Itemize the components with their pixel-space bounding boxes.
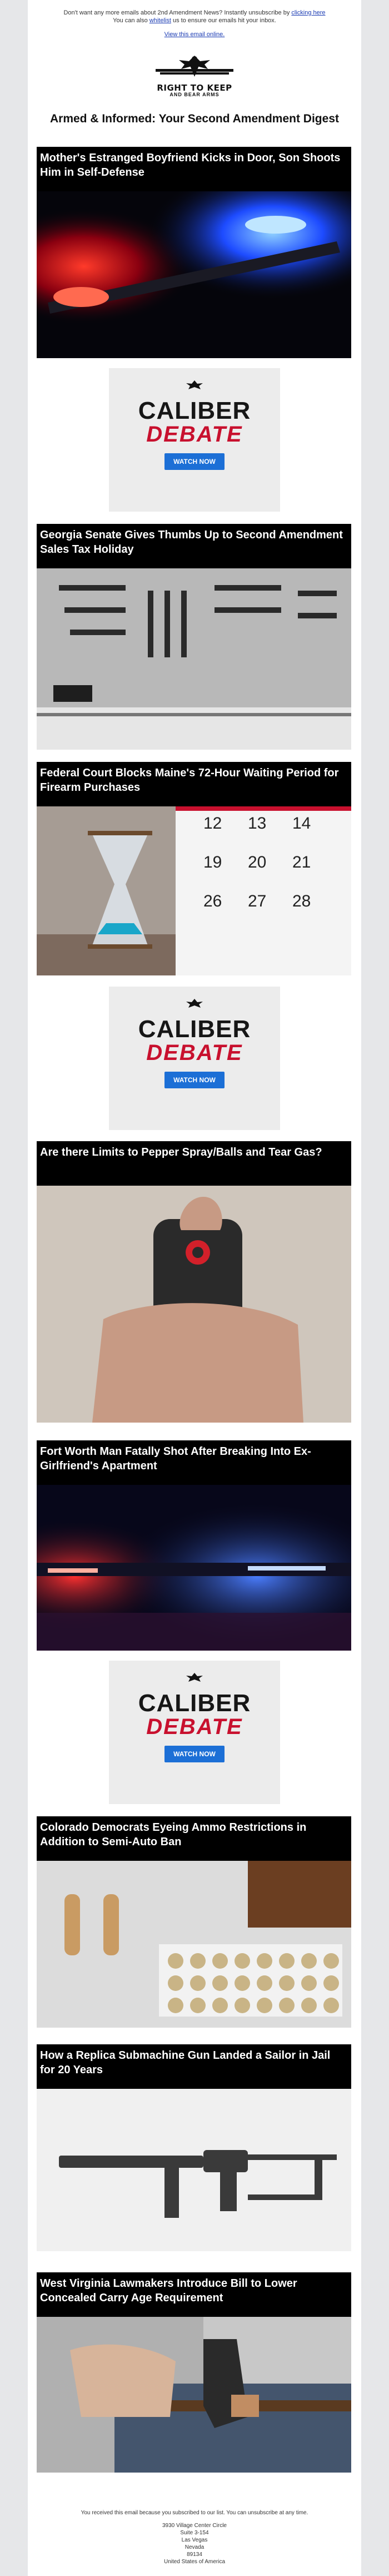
- view-online-link[interactable]: View this email online.: [164, 31, 225, 38]
- article-card[interactable]: How a Replica Submachine Gun Landed a Sa…: [37, 2044, 351, 2251]
- footer-country: United States of America: [163, 2559, 226, 2565]
- unsubscribe-text: Don't want any more emails about 2nd Ame…: [63, 9, 290, 16]
- caliber-debate-ad[interactable]: CALIBER DEBATE WATCH NOW: [109, 987, 280, 1130]
- digest-title: Armed & Informed: Your Second Amendment …: [49, 112, 339, 125]
- article-card[interactable]: Georgia Senate Gives Thumbs Up to Second…: [37, 524, 351, 750]
- whitelist-text-prefix: You can also: [113, 17, 148, 24]
- article-image-police-car-lights[interactable]: [37, 1485, 351, 1651]
- calendar-day: 13: [248, 814, 266, 833]
- calendar-day: 21: [292, 853, 311, 871]
- ad-headline: CALIBER: [138, 1015, 251, 1043]
- watch-now-button[interactable]: WATCH NOW: [164, 453, 225, 470]
- calendar-day: 14: [292, 814, 311, 833]
- footer-address-1: 3930 Village Center Circle: [162, 2523, 227, 2529]
- watch-now-button[interactable]: WATCH NOW: [164, 1072, 225, 1088]
- whitelist-text-suffix: us to ensure our emails hit your inbox.: [172, 17, 276, 24]
- calendar-day: 27: [248, 892, 266, 910]
- calendar-day: 19: [203, 853, 222, 871]
- article-title[interactable]: Colorado Democrats Eyeing Ammo Restricti…: [37, 1816, 351, 1861]
- article-title[interactable]: West Virginia Lawmakers Introduce Bill t…: [37, 2272, 351, 2317]
- preheader: Don't want any more emails about 2nd Ame…: [28, 9, 361, 24]
- brand-name: RIGHT TO KEEP: [157, 83, 232, 93]
- article-card[interactable]: Fort Worth Man Fatally Shot After Breaki…: [37, 1440, 351, 1651]
- article-card[interactable]: West Virginia Lawmakers Introduce Bill t…: [37, 2272, 351, 2473]
- article-title[interactable]: Fort Worth Man Fatally Shot After Breaki…: [37, 1440, 351, 1485]
- article-image-hourglass-calendar[interactable]: 12 13 14 19 20 21 26 27 28: [37, 806, 351, 975]
- article-title[interactable]: How a Replica Submachine Gun Landed a Sa…: [37, 2044, 351, 2089]
- article-image-police-lights[interactable]: [37, 191, 351, 358]
- footer: You received this email because you subs…: [28, 2509, 361, 2565]
- article-card[interactable]: Are there Limits to Pepper Spray/Balls a…: [37, 1141, 351, 1423]
- footer-city: Las Vegas: [181, 2537, 208, 2543]
- email-body: Don't want any more emails about 2nd Ame…: [28, 0, 361, 2576]
- article-card[interactable]: Federal Court Blocks Maine's 72-Hour Wai…: [37, 762, 351, 975]
- whitelist-link[interactable]: whitelist: [149, 17, 171, 24]
- eagle-rifles-icon: [156, 56, 233, 77]
- ad-subhead: DEBATE: [146, 1041, 243, 1065]
- ad-logo-icon: [109, 379, 280, 395]
- caliber-debate-ad[interactable]: CALIBER DEBATE WATCH NOW: [109, 1661, 280, 1804]
- footer-state: Nevada: [184, 2544, 205, 2550]
- ad-headline: CALIBER: [138, 397, 251, 424]
- article-image-concealed-carry[interactable]: [37, 2317, 351, 2473]
- brand-logo[interactable]: RIGHT TO KEEP AND BEAR ARMS: [142, 52, 247, 102]
- view-online: View this email online.: [28, 31, 361, 38]
- calendar-day: 28: [292, 892, 311, 910]
- footer-notice: You received this email because you subs…: [81, 2510, 308, 2516]
- watch-now-button[interactable]: WATCH NOW: [164, 1746, 225, 1762]
- ad-logo-icon: [109, 1672, 280, 1688]
- footer-zip: 89134: [187, 2552, 202, 2558]
- footer-address-2: Suite 3-154: [180, 2530, 209, 2536]
- article-title[interactable]: Federal Court Blocks Maine's 72-Hour Wai…: [37, 762, 351, 806]
- ad-logo-icon: [109, 998, 280, 1014]
- article-image-pepper-spray[interactable]: [37, 1186, 351, 1423]
- unsubscribe-link[interactable]: clicking here: [291, 9, 325, 16]
- article-card[interactable]: Mother's Estranged Boyfriend Kicks in Do…: [37, 147, 351, 358]
- article-image-gun-store[interactable]: [37, 568, 351, 750]
- ad-subhead: DEBATE: [146, 422, 243, 447]
- ad-subhead: DEBATE: [146, 1715, 243, 1739]
- article-card[interactable]: Colorado Democrats Eyeing Ammo Restricti…: [37, 1816, 351, 2028]
- article-image-ammunition[interactable]: [37, 1861, 351, 2028]
- calendar-day: 26: [203, 892, 222, 910]
- caliber-debate-ad[interactable]: CALIBER DEBATE WATCH NOW: [109, 368, 280, 512]
- article-title[interactable]: Georgia Senate Gives Thumbs Up to Second…: [37, 524, 351, 568]
- article-title[interactable]: Mother's Estranged Boyfriend Kicks in Do…: [37, 147, 351, 191]
- article-image-submachine-gun[interactable]: [37, 2089, 351, 2251]
- ad-headline: CALIBER: [138, 1690, 251, 1717]
- article-title[interactable]: Are there Limits to Pepper Spray/Balls a…: [37, 1141, 351, 1186]
- calendar-day: 12: [203, 814, 222, 833]
- calendar-day: 20: [248, 853, 266, 871]
